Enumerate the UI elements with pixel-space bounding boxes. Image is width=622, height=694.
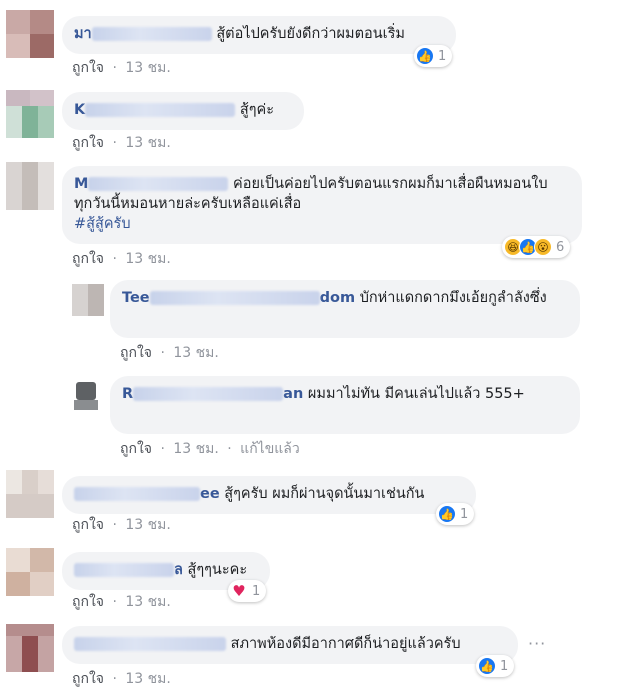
like-link[interactable]: ถูกใจ [120, 345, 152, 361]
thumbs-up-icon: 👍 [438, 505, 456, 523]
comment-author[interactable]: M [74, 176, 229, 192]
comment-meta: ถูกใจ · 13 ชม. [72, 594, 171, 610]
comment-bubble: Ran ผมมาไม่ทัน มีคนเล่นไปแล้ว 555+ [110, 376, 580, 434]
comment-text: สภาพห้องดีมีอากาศดีก็น่าอยู่แล้วครับ [230, 636, 461, 652]
comment-author[interactable]: มา [74, 26, 212, 42]
timestamp[interactable]: 13 ชม. [125, 60, 170, 76]
comment-bubble: M ค่อยเป็นค่อยไปครับตอนแรกผมก็มาเสื่อผืน… [62, 166, 582, 244]
reaction-count[interactable]: 👍 1 [414, 45, 453, 67]
comment: K สู้ๆค่ะ ถูกใจ · 13 ชม. [0, 86, 622, 156]
avatar[interactable] [6, 10, 54, 58]
reaction-count[interactable]: 😆 👍 😮 6 [502, 236, 571, 258]
timestamp[interactable]: 13 ชม. [125, 251, 170, 267]
comment-text: สู้ๆครับ ผมก็ผ่านจุดนั้นมาเช่นกัน [224, 486, 425, 502]
comment-bubble: ee สู้ๆครับ ผมก็ผ่านจุดนั้นมาเช่นกัน [62, 476, 476, 514]
like-link[interactable]: ถูกใจ [72, 135, 104, 151]
comment-author[interactable]: ล [74, 562, 183, 578]
like-link[interactable]: ถูกใจ [72, 60, 104, 76]
comment-meta: ถูกใจ · 13 ชม. [72, 135, 171, 151]
like-link[interactable]: ถูกใจ [72, 517, 104, 533]
comment: M ค่อยเป็นค่อยไปครับตอนแรกผมก็มาเสื่อผืน… [0, 156, 622, 276]
timestamp[interactable]: 13 ชม. [125, 517, 170, 533]
comment-bubble: K สู้ๆค่ะ [62, 92, 304, 130]
reaction-count[interactable]: 👍 1 [476, 655, 515, 677]
comment-author[interactable]: ee [74, 486, 220, 502]
avatar[interactable] [74, 382, 98, 410]
comment-text: สู้ต่อไปครับยังดีกว่าผมตอนเริ่ม [216, 26, 405, 42]
timestamp[interactable]: 13 ชม. [173, 441, 218, 457]
more-options-icon[interactable]: ··· [528, 634, 546, 653]
avatar[interactable] [6, 162, 54, 210]
comment-author[interactable]: Tee dom [122, 290, 355, 306]
thumbs-up-icon: 👍 [416, 47, 434, 65]
avatar[interactable] [6, 90, 54, 138]
comment-meta: ถูกใจ · 13 ชม. [120, 345, 219, 361]
heart-icon: ♥ [230, 582, 248, 600]
comment-author[interactable] [74, 636, 226, 652]
comment-bubble: สภาพห้องดีมีอากาศดีก็น่าอยู่แล้วครับ [62, 626, 518, 664]
like-link[interactable]: ถูกใจ [72, 671, 104, 687]
comment-meta: ถูกใจ · 13 ชม. [72, 251, 171, 267]
avatar[interactable] [6, 624, 54, 672]
reaction-count[interactable]: 👍 1 [436, 503, 475, 525]
comment-bubble: มา สู้ต่อไปครับยังดีกว่าผมตอนเริ่ม [62, 16, 456, 54]
hashtag-link[interactable]: #สู้สู้ครับ [74, 214, 570, 234]
timestamp[interactable]: 13 ชม. [173, 345, 218, 361]
reaction-count[interactable]: ♥ 1 [228, 580, 267, 602]
like-link[interactable]: ถูกใจ [72, 251, 104, 267]
avatar[interactable] [6, 470, 54, 518]
like-link[interactable]: ถูกใจ [120, 441, 152, 457]
comment-text: สู้ๆค่ะ [239, 102, 274, 118]
reply: Ran ผมมาไม่ทัน มีคนเล่นไปแล้ว 555+ ถูกใจ… [0, 368, 622, 460]
edited-label[interactable]: แก้ไขแล้ว [240, 441, 300, 457]
comment-text: ผมมาไม่ทัน มีคนเล่นไปแล้ว 555+ [307, 386, 525, 402]
comment-meta: ถูกใจ · 13 ชม. [72, 517, 171, 533]
comment-bubble: Tee dom บักห่าแดกดากมึงเอ้ยกูลำลังซึ่ง [110, 280, 580, 338]
comment: ee สู้ๆครับ ผมก็ผ่านจุดนั้นมาเช่นกัน 👍 1… [0, 460, 622, 540]
timestamp[interactable]: 13 ชม. [125, 671, 170, 687]
comment-author[interactable]: Ran [122, 386, 303, 402]
avatar[interactable] [72, 284, 104, 316]
comment: มา สู้ต่อไปครับยังดีกว่าผมตอนเริ่ม 👍 1 ถ… [0, 0, 622, 90]
comment: สภาพห้องดีมีอากาศดีก็น่าอยู่แล้วครับ ···… [0, 618, 622, 694]
thumbs-up-icon: 👍 [478, 657, 496, 675]
comment-text: บักห่าแดกดากมึงเอ้ยกูลำลังซึ่ง [359, 290, 547, 306]
reply: Tee dom บักห่าแดกดากมึงเอ้ยกูลำลังซึ่ง ถู… [0, 276, 622, 368]
comment-author[interactable]: K [74, 102, 236, 118]
timestamp[interactable]: 13 ชม. [125, 135, 170, 151]
comment: ล สู้ๆๆนะคะ ♥ 1 ถูกใจ · 13 ชม. [0, 540, 622, 618]
timestamp[interactable]: 13 ชม. [125, 594, 170, 610]
comment-thread: มา สู้ต่อไปครับยังดีกว่าผมตอนเริ่ม 👍 1 ถ… [0, 0, 622, 694]
comment-meta: ถูกใจ · 13 ชม. [72, 60, 171, 76]
like-link[interactable]: ถูกใจ [72, 594, 104, 610]
comment-text: สู้ๆๆนะคะ [187, 562, 248, 578]
wow-icon: 😮 [534, 238, 552, 256]
comment-meta: ถูกใจ · 13 ชม. [72, 671, 171, 687]
avatar[interactable] [6, 548, 54, 596]
comment-meta: ถูกใจ · 13 ชม. · แก้ไขแล้ว [120, 441, 300, 457]
